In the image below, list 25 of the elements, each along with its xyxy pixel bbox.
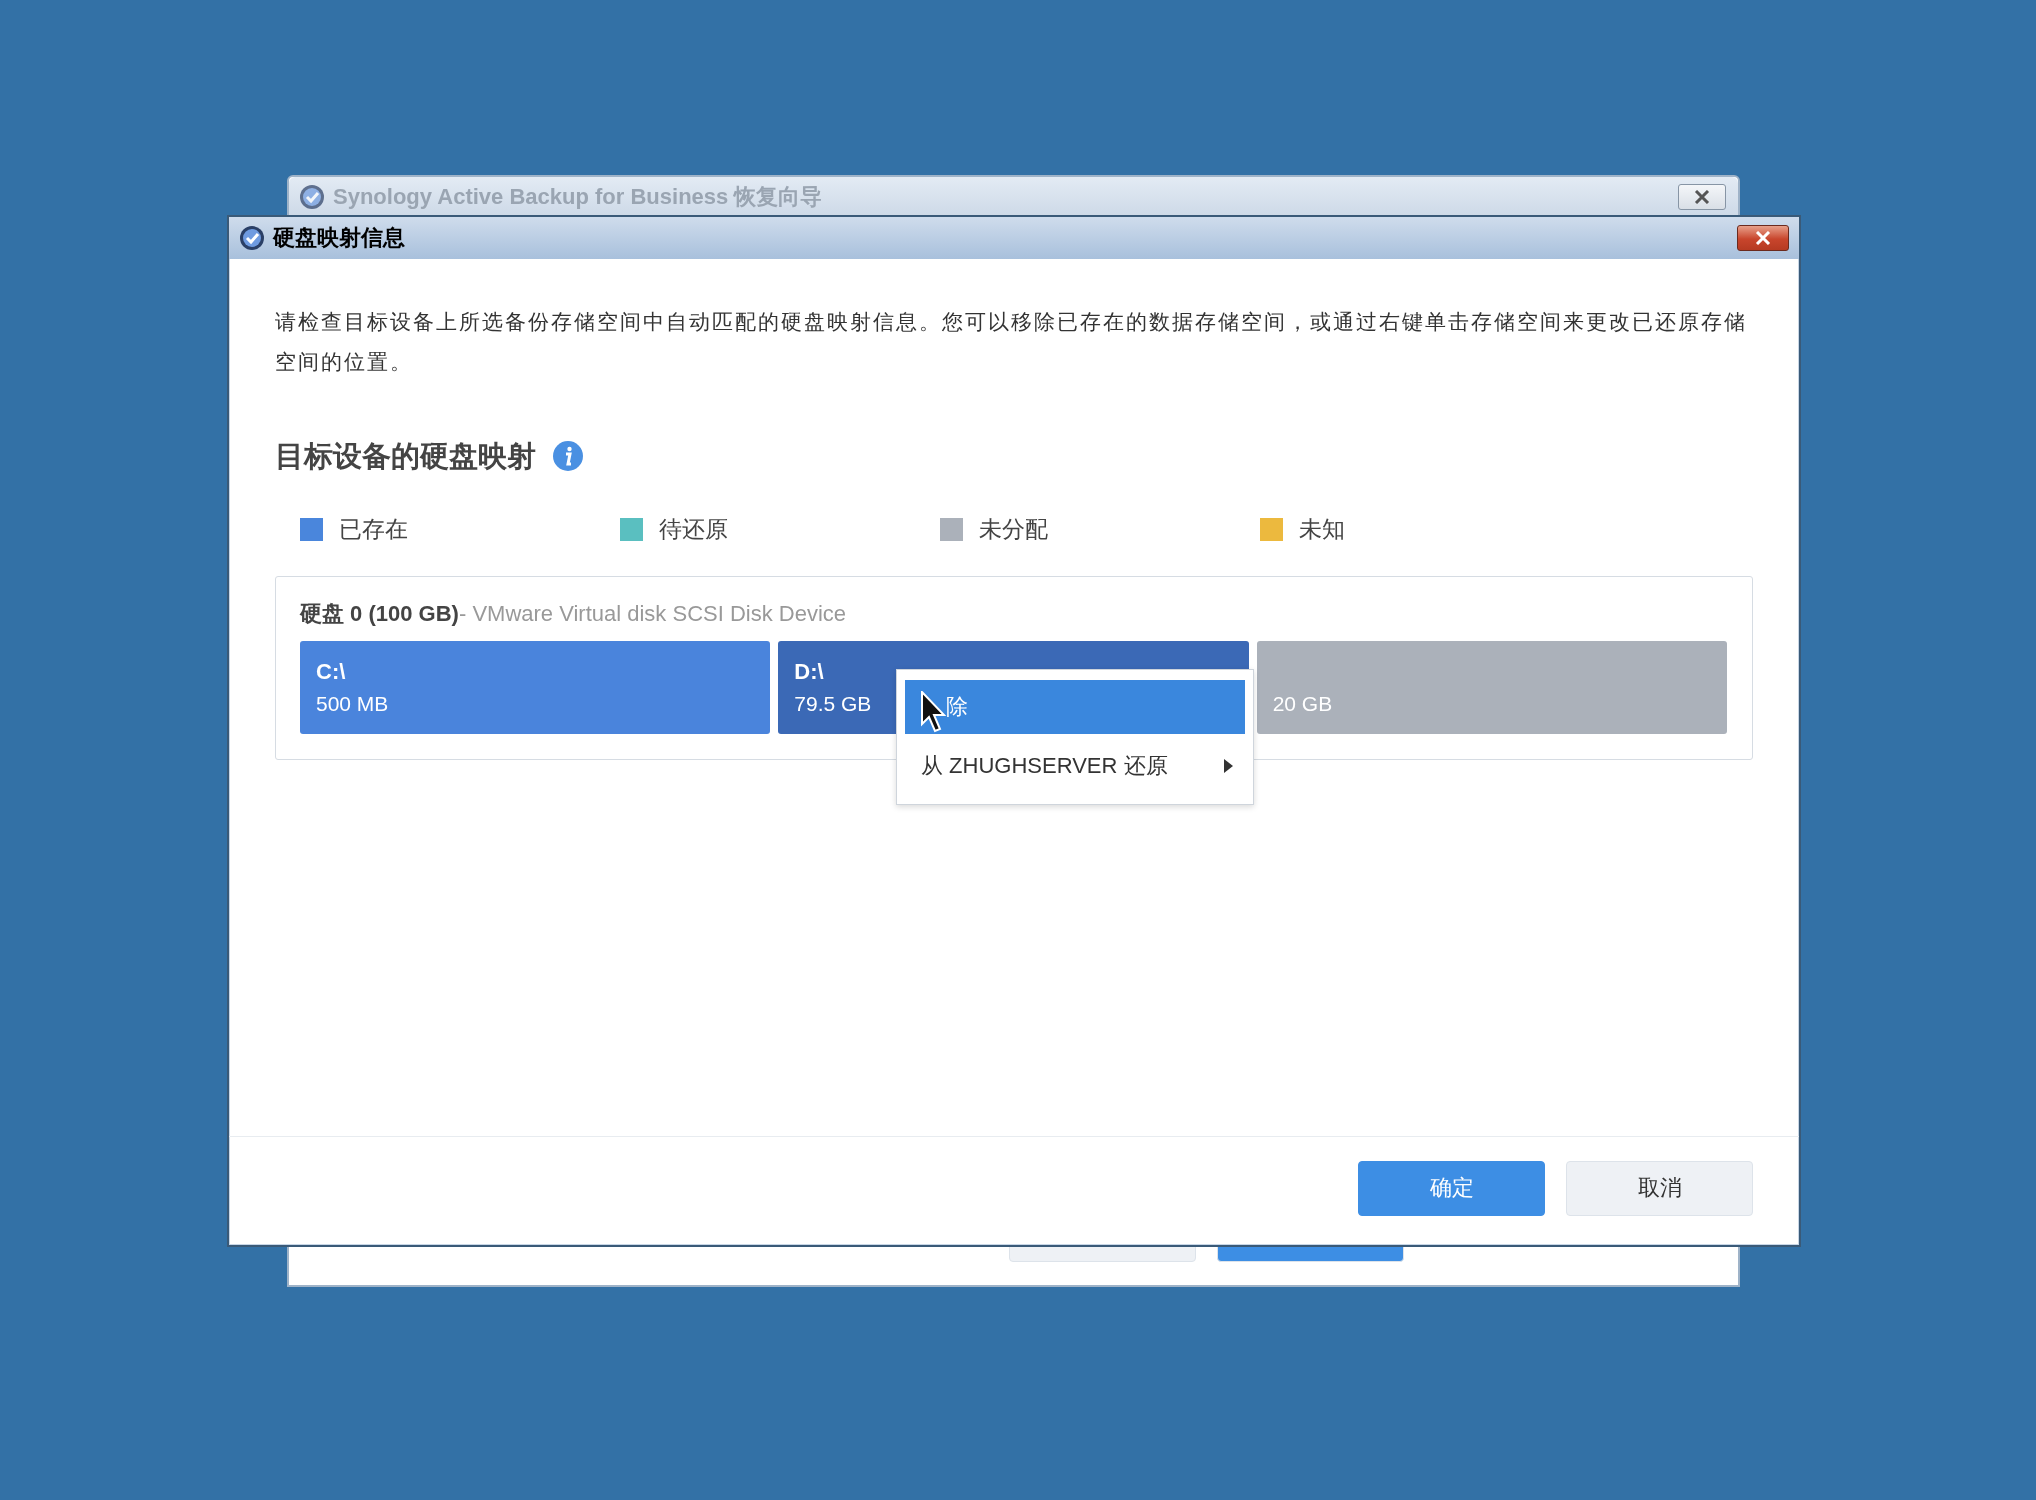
- dialog-title: 硬盘映射信息: [273, 224, 406, 252]
- legend-label: 待还原: [659, 515, 728, 544]
- app-icon: [299, 184, 325, 210]
- app-icon: [239, 225, 265, 251]
- window-title: Synology Active Backup for Business 恢复向导: [333, 183, 824, 211]
- close-icon: [1694, 190, 1710, 204]
- partition-block[interactable]: 20 GB: [1256, 641, 1727, 734]
- partition-block[interactable]: C:\ 500 MB: [300, 641, 771, 734]
- ok-button[interactable]: 确定: [1358, 1160, 1545, 1216]
- menu-item[interactable]: 除: [905, 680, 1245, 734]
- section-title: 目标设备的硬盘映射: [275, 439, 536, 474]
- cursor-icon: [921, 691, 947, 733]
- description: 请检查目标设备上所选备份存储空间中自动匹配的硬盘映射信息。您可以移除已存在的数据存储空间，或通过右键单击存储空间来更改已还原存储空间的位置。: [275, 309, 1748, 375]
- submenu-arrow-icon: [1224, 759, 1233, 773]
- legend-label: 已存在: [339, 515, 408, 544]
- info-icon[interactable]: [552, 440, 584, 472]
- legend-label: 未知: [1299, 515, 1345, 544]
- cancel-button[interactable]: 取消: [1566, 1160, 1753, 1216]
- close-button[interactable]: [1737, 225, 1789, 251]
- close-button[interactable]: [1678, 184, 1726, 210]
- legend-label: 未分配: [979, 515, 1048, 544]
- close-icon: [1755, 231, 1771, 245]
- disk-device: - VMware Virtual disk SCSI Disk Device: [458, 601, 847, 626]
- menu-item[interactable]: 从 ZHUGHSERVER 还原: [905, 738, 1245, 794]
- disk-name: 硬盘 0 (100 GB): [300, 601, 459, 626]
